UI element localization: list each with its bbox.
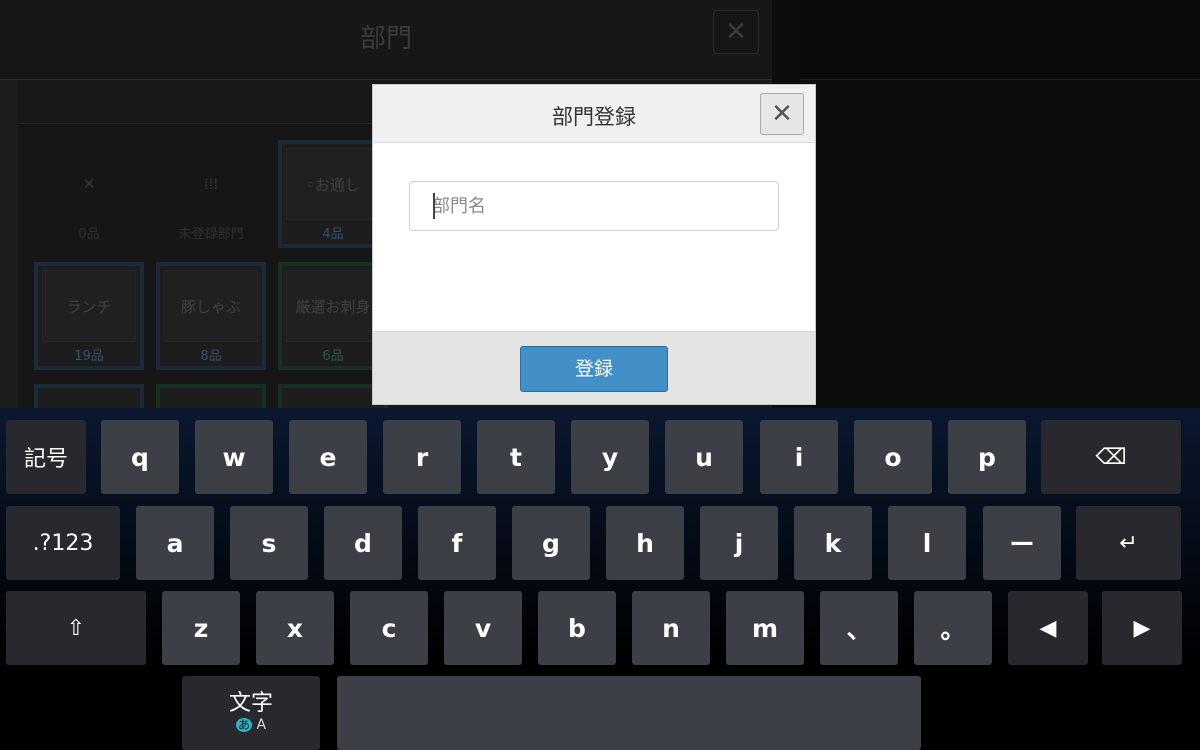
enter-icon: ↵ [1119,530,1138,556]
right-panel-header [800,0,1200,80]
department-tile: 豚しゃぶ 8品 [156,262,266,370]
key-i[interactable]: i [760,420,838,494]
kana-indicator: あ [235,718,252,733]
key-o[interactable]: o [854,420,932,494]
backspace-icon: ⌫ [1095,444,1127,470]
tile-count: 6品 [322,349,344,364]
tile-count: 4品 [322,227,344,242]
key-j[interactable]: j [700,506,778,580]
tile-label: 豚しゃぶ [164,270,258,342]
tile-label: ランチ [42,270,136,342]
department-register-dialog: 部門登録 ✕ 登録 [372,84,816,405]
key-long-dash[interactable]: ー [983,506,1061,580]
input-mode-sub: あ A [235,717,267,734]
department-tile: ✕ 0品 [34,140,144,248]
key-c[interactable]: c [350,591,428,665]
tile-count: 0品 [78,227,100,242]
key-z[interactable]: z [162,591,240,665]
key-x[interactable]: x [256,591,334,665]
key-comma[interactable]: 、 [820,591,898,665]
soft-keyboard: 記号 q w e r t y u i o p ⌫ .?123 a s d f g… [0,408,1200,750]
key-l[interactable]: l [888,506,966,580]
key-r[interactable]: r [383,420,461,494]
register-button[interactable]: 登録 [520,346,668,392]
dialog-title: 部門登録 [552,105,636,129]
tile-count: 未登録部門 [178,227,244,242]
key-w[interactable]: w [195,420,273,494]
key-u[interactable]: u [665,420,743,494]
key-g[interactable]: g [512,506,590,580]
key-t[interactable]: t [477,420,555,494]
key-y[interactable]: y [571,420,649,494]
key-a[interactable]: a [136,506,214,580]
input-mode-key[interactable]: 文字 あ A [182,676,320,750]
key-p[interactable]: p [948,420,1026,494]
close-icon: ✕ [771,99,793,129]
cursor-right-key[interactable]: ▶ [1102,591,1182,665]
key-e[interactable]: e [289,420,367,494]
key-m[interactable]: m [726,591,804,665]
backspace-key[interactable]: ⌫ [1041,420,1181,494]
tile-label: ✕ [82,175,96,193]
tile-label: ◦お通し [286,148,380,220]
tile-label: 厳選お刺身 [286,270,380,342]
department-panel-title: 部門 [359,24,412,54]
arrow-left-icon: ◀ [1039,615,1057,641]
shift-key[interactable]: ⇧ [6,591,146,665]
department-panel-header: 部門 ✕ [0,0,772,80]
key-b[interactable]: b [538,591,616,665]
key-n[interactable]: n [632,591,710,665]
dialog-footer: 登録 [373,331,815,404]
numbers-key[interactable]: .?123 [6,506,120,580]
key-k[interactable]: k [794,506,872,580]
tile-count: 19品 [74,349,104,364]
key-f[interactable]: f [418,506,496,580]
input-mode-label: 文字 [228,691,273,717]
key-period[interactable]: 。 [914,591,992,665]
space-key[interactable] [337,676,921,750]
symbols-key[interactable]: 記号 [6,420,86,494]
text-caret [433,193,435,219]
key-s[interactable]: s [230,506,308,580]
dialog-header: 部門登録 ✕ [373,85,815,143]
arrow-right-icon: ▶ [1133,615,1151,641]
grip-icon: ⁞⁞⁞ [203,175,219,193]
key-d[interactable]: d [324,506,402,580]
key-h[interactable]: h [606,506,684,580]
cursor-left-key[interactable]: ◀ [1008,591,1088,665]
close-icon: ✕ [713,10,759,54]
department-name-input[interactable] [409,181,779,231]
key-q[interactable]: q [101,420,179,494]
tile-count: 8品 [200,349,222,364]
latin-indicator: A [256,717,267,734]
department-tile: ⁞⁞⁞ 未登録部門 [156,140,266,248]
shift-icon: ⇧ [66,615,86,641]
department-tile: ランチ 19品 [34,262,144,370]
enter-key[interactable]: ↵ [1076,506,1181,580]
dialog-body [373,143,815,331]
close-button[interactable]: ✕ [760,93,804,135]
key-v[interactable]: v [444,591,522,665]
